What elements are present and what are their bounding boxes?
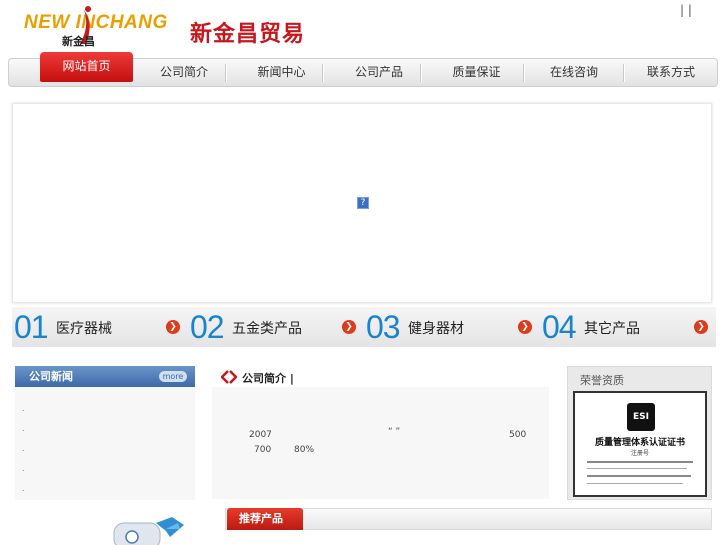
certificate-text-line <box>587 468 687 469</box>
news-panel: 公司新闻 more . . . . . <box>15 366 195 500</box>
about-panel-title: 公司简介 | <box>242 372 294 385</box>
news-panel-title: 公司新闻 <box>29 370 73 383</box>
double-chevron-icon <box>221 370 237 384</box>
category-other[interactable]: 04 其它产品 ❯ <box>540 307 716 347</box>
certificate-text-line <box>587 461 693 463</box>
news-panel-header: 公司新闻 more <box>15 366 195 387</box>
category-label: 医疗器械 <box>56 321 112 337</box>
about-panel-body: 2007 “ ” 500 700 80% <box>212 387 549 499</box>
category-medical[interactable]: 01 医疗器械 ❯ <box>12 307 188 347</box>
arrow-right-icon: ❯ <box>342 320 356 334</box>
nav-separator <box>322 64 323 82</box>
honor-panel: 荣誉资质 ESI 质量管理体系认证证书 注册号 <box>567 366 712 500</box>
list-item[interactable]: . <box>22 464 25 473</box>
list-item[interactable]: . <box>22 484 25 493</box>
about-percent: 80% <box>294 445 315 455</box>
logo-text-cn: 新金昌 <box>62 35 95 48</box>
nav-item-home[interactable]: 网站首页 <box>40 52 133 82</box>
category-number: 02 <box>190 309 225 345</box>
nav-separator <box>225 64 226 82</box>
certificate-text-line <box>587 475 691 477</box>
list-item[interactable]: . <box>22 404 25 413</box>
mailbox-icon[interactable] <box>110 517 190 545</box>
list-item[interactable]: . <box>22 424 25 433</box>
nav-item-consult[interactable]: 在线咨询 <box>524 59 624 86</box>
certificate-subtitle: 注册号 <box>630 450 649 457</box>
top-links[interactable]: | | <box>680 3 692 17</box>
certificate-text-line <box>587 483 683 484</box>
honor-panel-title: 荣誉资质 <box>580 374 624 387</box>
category-label: 五金类产品 <box>232 321 302 337</box>
arrow-right-icon: ❯ <box>166 320 180 334</box>
category-label: 其它产品 <box>584 321 640 337</box>
recommend-tab[interactable]: 推荐产品 <box>227 508 303 530</box>
certificate-image[interactable]: ESI 质量管理体系认证证书 注册号 <box>573 391 707 497</box>
certificate-logo-icon: ESI <box>627 403 655 431</box>
site-name: 新金昌贸易 <box>190 22 306 47</box>
category-label: 健身器材 <box>408 321 464 337</box>
about-num1: 500 <box>509 430 527 440</box>
certificate-title: 质量管理体系认证证书 <box>594 438 685 448</box>
nav-item-products[interactable]: 公司产品 <box>329 59 429 86</box>
nav-item-news[interactable]: 新闻中心 <box>234 59 329 86</box>
nav-item-quality[interactable]: 质量保证 <box>429 59 524 86</box>
broken-image-icon: ? <box>357 197 369 209</box>
about-num2: 700 <box>254 445 272 455</box>
category-fitness[interactable]: 03 健身器材 ❯ <box>364 307 540 347</box>
category-number: 04 <box>542 309 577 345</box>
arrow-right-icon: ❯ <box>694 320 708 334</box>
about-year: 2007 <box>249 430 272 440</box>
arrow-right-icon: ❯ <box>518 320 532 334</box>
nav-item-about[interactable]: 公司简介 <box>134 59 234 86</box>
category-number: 03 <box>366 309 401 345</box>
nav-item-contact[interactable]: 联系方式 <box>624 59 718 86</box>
nav-separator <box>420 64 421 82</box>
news-more-button[interactable]: more <box>159 371 187 382</box>
list-item[interactable]: . <box>22 444 25 453</box>
about-quote: “ ” <box>388 427 401 437</box>
category-number: 01 <box>14 309 49 345</box>
category-hardware[interactable]: 02 五金类产品 ❯ <box>188 307 364 347</box>
